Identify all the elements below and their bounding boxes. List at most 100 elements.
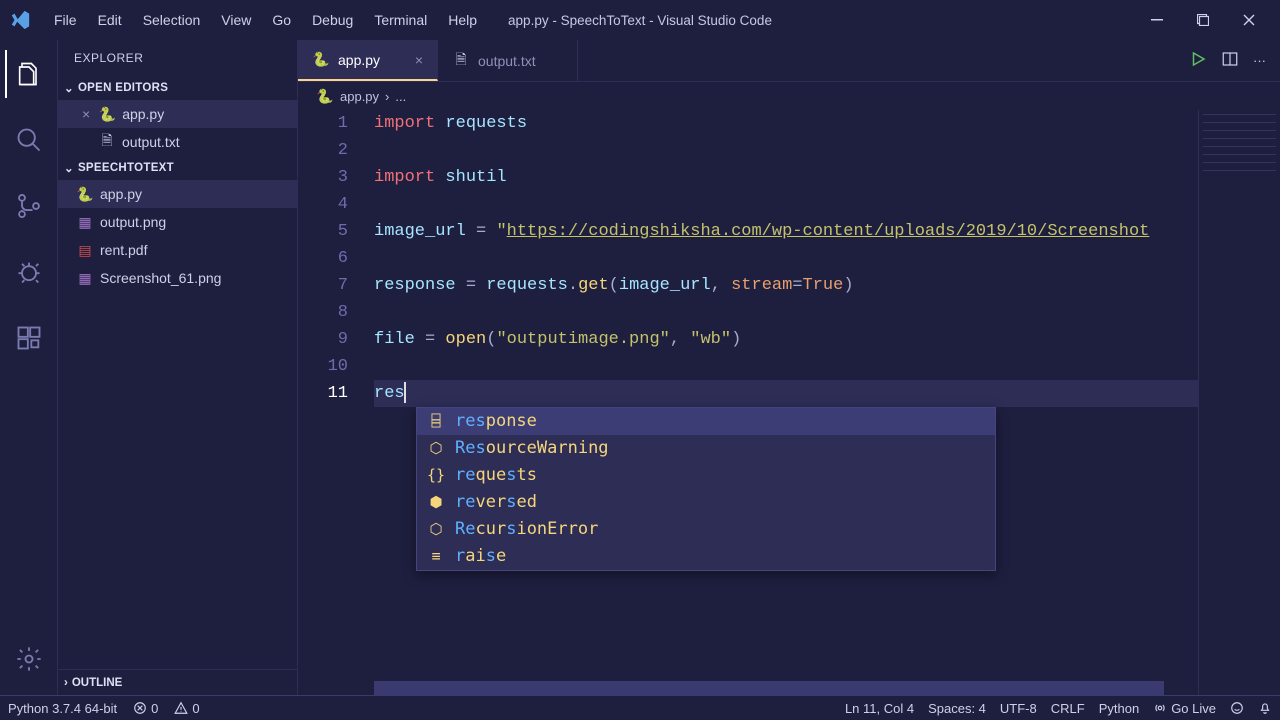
file-tree-item[interactable]: ▦ output.png — [58, 208, 297, 236]
sidebar-title: EXPLORER — [58, 40, 297, 76]
menu-file[interactable]: File — [44, 6, 87, 34]
tab-label: app.py — [338, 52, 380, 68]
more-icon[interactable]: ··· — [1253, 53, 1266, 68]
suggest-widget[interactable]: ⌸ response ⬡ ResourceWarning {} requests… — [416, 407, 996, 571]
file-name: Screenshot_61.png — [100, 270, 221, 286]
python-file-icon: 🐍 — [98, 105, 116, 123]
file-name: app.py — [122, 106, 164, 122]
tab-label: output.txt — [478, 53, 536, 69]
suggest-item[interactable]: {} requests — [417, 462, 995, 489]
suggest-item[interactable]: ⬡ RecursionError — [417, 516, 995, 543]
menu-selection[interactable]: Selection — [133, 6, 211, 34]
menu-go[interactable]: Go — [262, 6, 301, 34]
status-indentation[interactable]: Spaces: 4 — [928, 701, 986, 716]
tab-app-py[interactable]: 🐍 app.py × — [298, 40, 438, 81]
close-button[interactable] — [1226, 0, 1272, 40]
text-cursor — [404, 382, 406, 403]
scrollbar-thumb[interactable] — [374, 681, 1164, 695]
explorer-icon[interactable] — [5, 50, 53, 98]
open-editors-header[interactable]: ⌄ OPEN EDITORS — [58, 76, 297, 100]
python-file-icon: 🐍 — [316, 87, 334, 105]
sidebar: EXPLORER ⌄ OPEN EDITORS × 🐍 app.py 🗎 out… — [58, 40, 298, 695]
code-content[interactable]: import requests import shutil image_url … — [374, 110, 1198, 695]
suggest-item[interactable]: ≡ raise — [417, 543, 995, 570]
outline-label: OUTLINE — [72, 677, 122, 689]
breadcrumb-file: app.py — [340, 89, 379, 104]
window-controls — [1134, 0, 1272, 40]
vscode-logo-icon — [8, 8, 32, 32]
activity-bar — [0, 40, 58, 695]
file-name: app.py — [100, 186, 142, 202]
minimize-button[interactable] — [1134, 0, 1180, 40]
open-editor-item[interactable]: × 🐍 app.py — [58, 100, 297, 128]
editor-actions: ··· — [1175, 40, 1280, 81]
source-control-icon[interactable] — [5, 182, 53, 230]
minimap-content — [1203, 114, 1276, 174]
status-python-version[interactable]: Python 3.7.4 64-bit — [8, 701, 117, 716]
suggest-item[interactable]: ⌸ response — [417, 408, 995, 435]
chevron-right-icon: › — [64, 677, 68, 689]
open-editors-label: OPEN EDITORS — [78, 82, 168, 94]
extensions-icon[interactable] — [5, 314, 53, 362]
file-name: output.png — [100, 214, 166, 230]
status-eol[interactable]: CRLF — [1051, 701, 1085, 716]
workspace-header[interactable]: ⌄ SPEECHTOTEXT — [58, 156, 297, 180]
function-icon: ⬢ — [427, 489, 445, 516]
breadcrumb-separator-icon: › — [385, 89, 389, 104]
python-file-icon: 🐍 — [312, 51, 330, 69]
debug-icon[interactable] — [5, 248, 53, 296]
keyword-icon: ≡ — [427, 543, 445, 570]
close-icon[interactable]: × — [82, 106, 90, 122]
pdf-file-icon: ▤ — [76, 241, 94, 259]
class-icon: ⬡ — [427, 516, 445, 543]
main-area: EXPLORER ⌄ OPEN EDITORS × 🐍 app.py 🗎 out… — [0, 40, 1280, 695]
settings-gear-icon[interactable] — [5, 635, 53, 683]
image-file-icon: ▦ — [76, 213, 94, 231]
status-warnings[interactable]: 0 — [174, 701, 199, 716]
status-bar: Python 3.7.4 64-bit 0 0 Ln 11, Col 4 Spa… — [0, 695, 1280, 720]
horizontal-scrollbar[interactable] — [374, 681, 1116, 695]
chevron-down-icon: ⌄ — [64, 161, 74, 175]
image-file-icon: ▦ — [76, 269, 94, 287]
minimap[interactable] — [1198, 110, 1280, 695]
status-notifications-icon[interactable] — [1258, 701, 1272, 715]
text-file-icon: 🗎 — [98, 133, 116, 151]
class-icon: ⬡ — [427, 435, 445, 462]
menu-view[interactable]: View — [211, 6, 261, 34]
menu-terminal[interactable]: Terminal — [364, 6, 437, 34]
file-tree-item[interactable]: 🐍 app.py — [58, 180, 297, 208]
menu-edit[interactable]: Edit — [88, 6, 132, 34]
window-title: app.py - SpeechToText - Visual Studio Co… — [508, 13, 772, 28]
suggest-item[interactable]: ⬡ ResourceWarning — [417, 435, 995, 462]
variable-icon: ⌸ — [427, 408, 445, 435]
suggest-item[interactable]: ⬢ reversed — [417, 489, 995, 516]
python-file-icon: 🐍 — [76, 185, 94, 203]
titlebar: File Edit Selection View Go Debug Termin… — [0, 0, 1280, 40]
status-language[interactable]: Python — [1099, 701, 1139, 716]
breadcrumb[interactable]: 🐍 app.py › ... — [298, 82, 1280, 110]
close-icon[interactable]: × — [415, 52, 423, 68]
status-feedback-icon[interactable] — [1230, 701, 1244, 715]
status-encoding[interactable]: UTF-8 — [1000, 701, 1037, 716]
workspace-label: SPEECHTOTEXT — [78, 162, 174, 174]
file-name: rent.pdf — [100, 242, 147, 258]
code-editor[interactable]: 1 2 3 4 5 6 7 8 9 10 11 import requests … — [298, 110, 1280, 695]
run-icon[interactable] — [1189, 50, 1207, 71]
editor-tabs: 🐍 app.py × 🗎 output.txt ··· — [298, 40, 1280, 82]
file-tree-item[interactable]: ▦ Screenshot_61.png — [58, 264, 297, 292]
tab-output-txt[interactable]: 🗎 output.txt — [438, 40, 578, 81]
file-name: output.txt — [122, 134, 180, 150]
status-go-live[interactable]: Go Live — [1153, 701, 1216, 716]
menu-help[interactable]: Help — [438, 6, 487, 34]
chevron-down-icon: ⌄ — [64, 81, 74, 95]
menu-debug[interactable]: Debug — [302, 6, 363, 34]
outline-header[interactable]: › OUTLINE — [58, 669, 297, 695]
split-editor-icon[interactable] — [1221, 50, 1239, 71]
search-icon[interactable] — [5, 116, 53, 164]
status-problems[interactable]: 0 — [133, 701, 158, 716]
status-cursor-position[interactable]: Ln 11, Col 4 — [845, 701, 914, 716]
maximize-button[interactable] — [1180, 0, 1226, 40]
open-editor-item[interactable]: 🗎 output.txt — [58, 128, 297, 156]
line-gutter: 1 2 3 4 5 6 7 8 9 10 11 — [298, 110, 374, 695]
file-tree-item[interactable]: ▤ rent.pdf — [58, 236, 297, 264]
